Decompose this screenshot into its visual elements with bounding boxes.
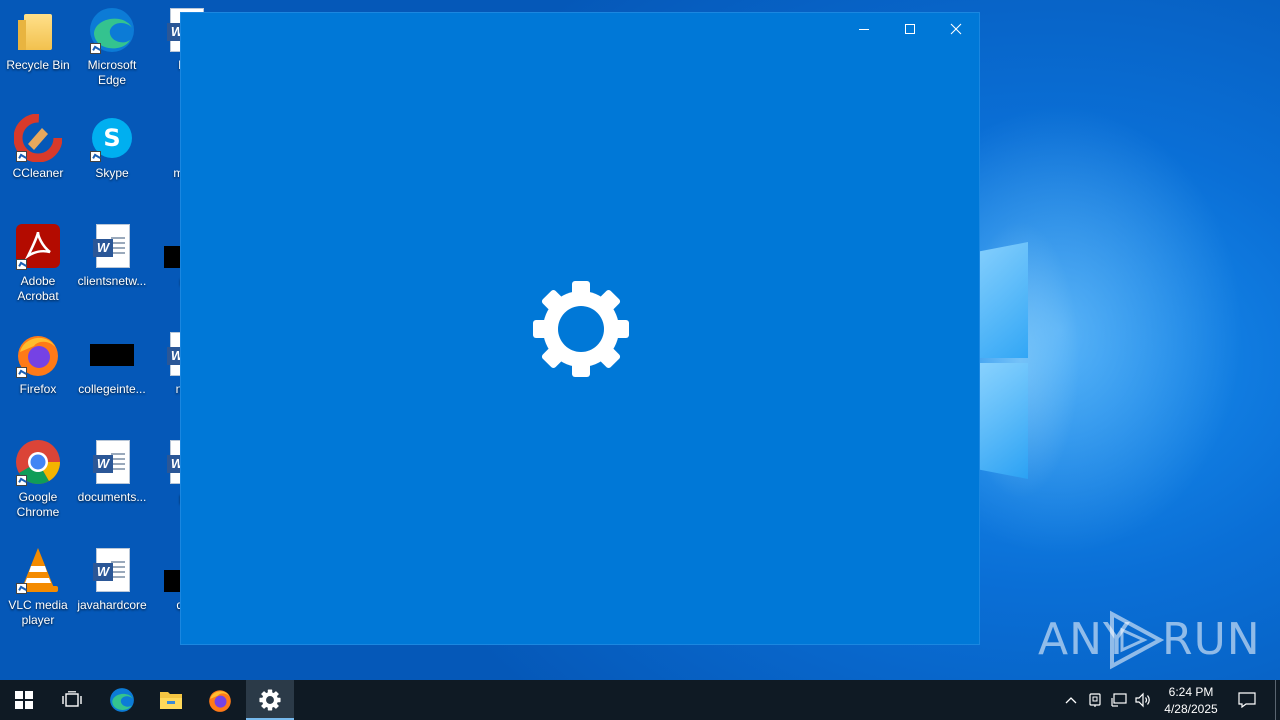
clock-date: 4/28/2025 [1164,702,1218,716]
taskbar-edge-button[interactable] [98,680,146,720]
anyrun-watermark: ANY RUN [1038,610,1260,670]
desktop-icon-label: Firefox [19,382,57,396]
shortcut-arrow-icon [90,43,101,54]
shortcut-arrow-icon [16,583,27,594]
desktop-icon-collegeinte[interactable]: collegeinte... [74,330,150,397]
minimize-icon [859,29,869,30]
firefox-icon [14,330,62,378]
acrobat-icon [14,222,62,270]
word-document-icon: W [88,438,136,486]
vlc-cone-icon [14,546,62,594]
shortcut-arrow-icon [16,151,27,162]
shortcut-arrow-icon [90,151,101,162]
desktop-icon-google-chrome[interactable]: Google Chrome [0,438,76,520]
device-icon [1089,693,1101,707]
firefox-icon [209,690,231,712]
desktop-icon-label: collegeinte... [78,382,146,396]
redacted-file-icon [88,330,136,378]
tray-volume-button[interactable] [1132,680,1154,720]
windows-logo-pane-upper [980,242,1028,358]
start-button[interactable] [0,680,48,720]
shortcut-arrow-icon [16,367,27,378]
ccleaner-icon [13,113,63,163]
file-explorer-icon [160,692,182,709]
desktop-icon-label: CCleaner [12,166,64,180]
settings-window[interactable] [180,12,980,645]
desktop-icon-label: documents... [77,490,147,504]
edge-icon [88,6,136,54]
desktop-icon-label: Google Chrome [16,490,60,519]
desktop-icon-clientsnetw[interactable]: W clientsnetw... [74,222,150,289]
taskbar-settings-button[interactable] [246,680,294,720]
skype-icon: S [88,114,136,162]
shortcut-arrow-icon [16,475,27,486]
desktop: Recycle Bin CCleaner Adobe Acrobat Firef… [0,0,1280,680]
desktop-icon-vlc[interactable]: VLC media player [0,546,76,628]
windows-logo-pane-lower [980,363,1028,479]
settings-icon [259,689,281,711]
edge-icon [110,688,134,712]
taskbar: 6:24 PM 4/28/2025 [0,680,1280,720]
desktop-icon-firefox[interactable]: Firefox [0,330,76,397]
desktop-icon-label: javahardcore [77,598,147,612]
tray-network-button[interactable] [1108,680,1130,720]
clock-time: 6:24 PM [1168,685,1214,699]
desktop-icon-label: Skype [95,166,129,180]
desktop-icon-javahardcore[interactable]: W javahardcore [74,546,150,613]
action-center-button[interactable] [1230,680,1264,720]
task-view-button[interactable] [48,680,96,720]
window-titlebar-controls [841,13,979,47]
minimize-button[interactable] [841,13,887,45]
svg-text:S: S [103,124,120,152]
notifications-icon [1238,692,1256,708]
taskbar-firefox-button[interactable] [196,680,244,720]
close-icon [950,23,962,35]
desktop-icon-label: Adobe Acrobat [17,274,59,303]
desktop-icon-documents[interactable]: W documents... [74,438,150,505]
show-desktop-button[interactable] [1275,680,1276,720]
play-logo-icon [1110,610,1164,670]
taskbar-clock[interactable]: 6:24 PM 4/28/2025 [1156,680,1226,720]
tray-device-button[interactable] [1084,680,1106,720]
desktop-icon-skype[interactable]: S Skype [74,114,150,181]
desktop-icon-recycle-bin[interactable]: Recycle Bin [0,6,76,73]
word-document-icon: W [88,546,136,594]
shortcut-arrow-icon [16,259,27,270]
task-view-icon [62,691,82,707]
close-button[interactable] [933,13,979,45]
word-document-icon: W [88,222,136,270]
desktop-icon-adobe-acrobat[interactable]: Adobe Acrobat [0,222,76,304]
desktop-icon-label: Microsoft Edge [87,58,137,87]
start-icon [15,691,33,709]
desktop-icon-microsoft-edge[interactable]: Microsoft Edge [74,6,150,88]
network-icon [1111,693,1127,707]
volume-icon [1135,692,1150,708]
chevron-up-icon [1065,697,1077,704]
maximize-button[interactable] [887,13,933,45]
chrome-icon [14,438,62,486]
maximize-icon [905,24,915,34]
show-hidden-icons-button[interactable] [1060,680,1082,720]
desktop-icon-label: clientsnetw... [77,274,147,288]
desktop-icon-ccleaner[interactable]: CCleaner [0,113,76,181]
gear-icon [533,281,629,377]
taskbar-file-explorer-button[interactable] [147,680,195,720]
recycle-bin-icon [14,6,62,54]
desktop-icon-label: VLC media player [8,598,68,627]
desktop-icon-label: Recycle Bin [6,58,70,72]
watermark-right-text: RUN [1162,614,1261,665]
